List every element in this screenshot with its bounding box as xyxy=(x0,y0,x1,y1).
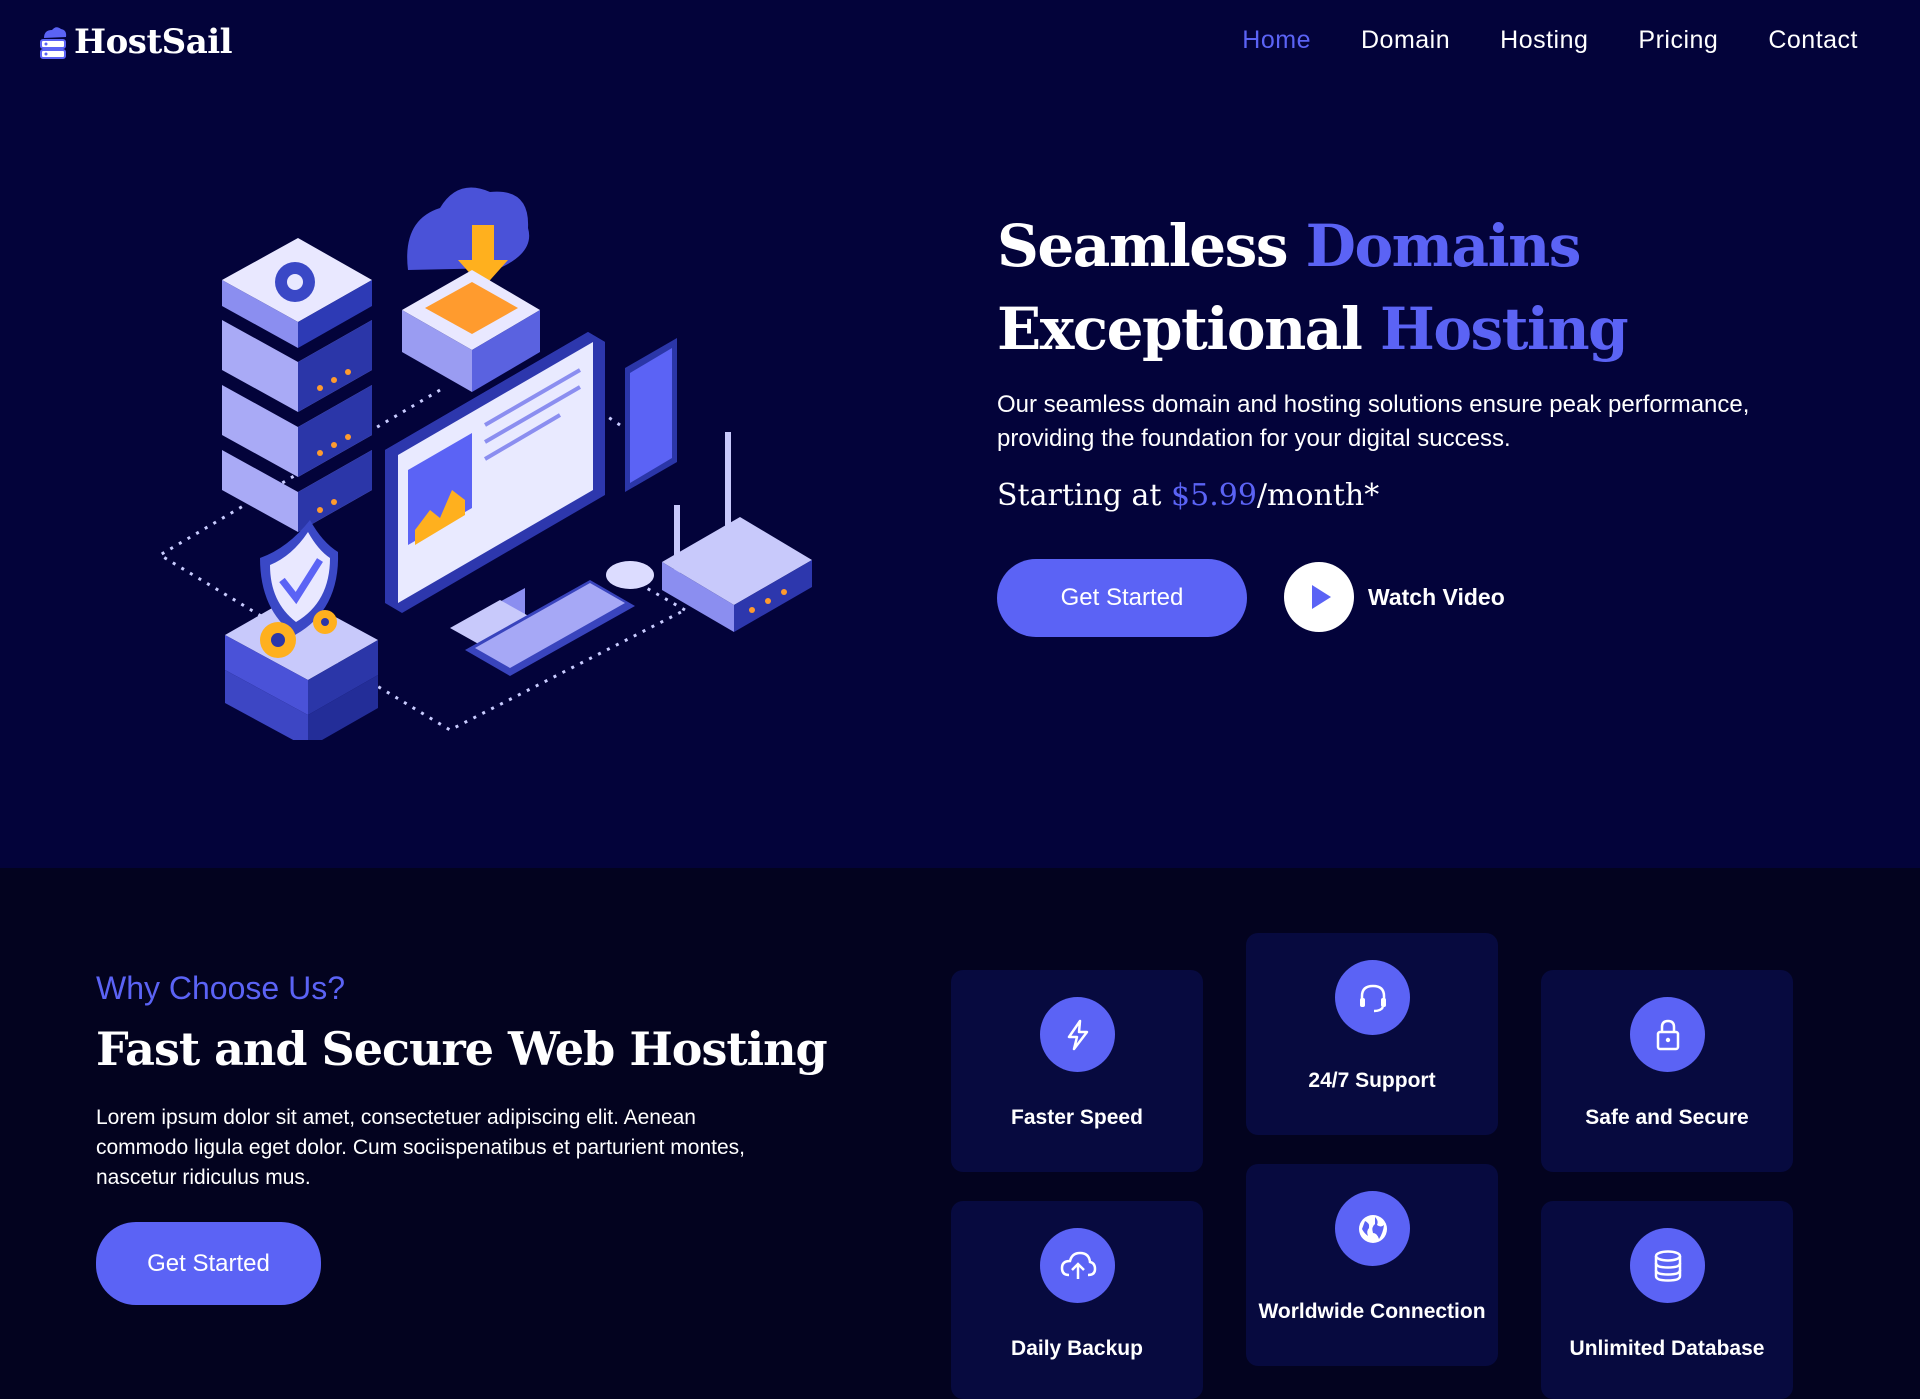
feature-label: 24/7 Support xyxy=(1308,1069,1436,1092)
lightning-icon xyxy=(1040,997,1115,1072)
feature-label: Daily Backup xyxy=(1011,1337,1143,1360)
nav-domain[interactable]: Domain xyxy=(1361,26,1450,55)
cloud-server-icon xyxy=(40,27,67,59)
feature-label: Worldwide Connection xyxy=(1258,1300,1486,1323)
price-suffix: /month* xyxy=(1256,478,1380,513)
watch-video-button[interactable]: Watch Video xyxy=(1284,562,1505,632)
section-title: Fast and Secure Web Hosting xyxy=(96,1022,828,1076)
feature-card-backup: Daily Backup xyxy=(951,1201,1203,1399)
hero-title: Seamless Domains Exceptional Hosting xyxy=(997,205,1629,371)
feature-label: Faster Speed xyxy=(1011,1106,1143,1129)
feature-card-worldwide: Worldwide Connection xyxy=(1246,1164,1498,1366)
price-value: $5.99 xyxy=(1171,478,1257,513)
hero-title-line1-a: Seamless xyxy=(997,212,1306,280)
feature-label: Safe and Secure xyxy=(1585,1106,1749,1129)
starting-price: Starting at $5.99/month* xyxy=(997,478,1379,513)
headset-icon xyxy=(1335,960,1410,1035)
database-icon xyxy=(1630,1228,1705,1303)
brand-name: HostSail xyxy=(74,22,233,62)
hero-section: HostSail Home Domain Hosting Pricing Con… xyxy=(0,0,1920,868)
lock-icon xyxy=(1630,997,1705,1072)
hero-title-line1-b: Domains xyxy=(1305,212,1582,280)
feature-card-database: Unlimited Database xyxy=(1541,1201,1793,1399)
features-get-started-button[interactable]: Get Started xyxy=(96,1222,321,1305)
feature-card-secure: Safe and Secure xyxy=(1541,970,1793,1172)
hosting-illustration xyxy=(157,187,812,740)
nav-pricing[interactable]: Pricing xyxy=(1638,26,1718,55)
hero-title-line2-b: Hosting xyxy=(1380,295,1629,363)
nav-home[interactable]: Home xyxy=(1242,26,1311,55)
feature-card-support: 24/7 Support xyxy=(1246,933,1498,1135)
hero-get-started-button[interactable]: Get Started xyxy=(997,559,1247,637)
cloud-upload-icon xyxy=(1040,1228,1115,1303)
section-eyebrow: Why Choose Us? xyxy=(96,970,345,1006)
feature-card-speed: Faster Speed xyxy=(951,970,1203,1172)
main-nav: Home Domain Hosting Pricing Contact xyxy=(1242,26,1858,55)
price-prefix: Starting at xyxy=(997,478,1172,513)
nav-hosting[interactable]: Hosting xyxy=(1500,26,1588,55)
hero-description: Our seamless domain and hosting solution… xyxy=(997,391,1750,452)
brand-logo[interactable]: HostSail xyxy=(38,22,233,62)
nav-contact[interactable]: Contact xyxy=(1768,26,1858,55)
section-description: Lorem ipsum dolor sit amet, consectetuer… xyxy=(96,1106,746,1189)
watch-video-label: Watch Video xyxy=(1368,583,1505,610)
feature-label: Unlimited Database xyxy=(1569,1337,1765,1360)
hero-title-line2-a: Exceptional xyxy=(997,295,1381,363)
play-icon[interactable] xyxy=(1284,562,1354,632)
globe-icon xyxy=(1335,1191,1410,1266)
